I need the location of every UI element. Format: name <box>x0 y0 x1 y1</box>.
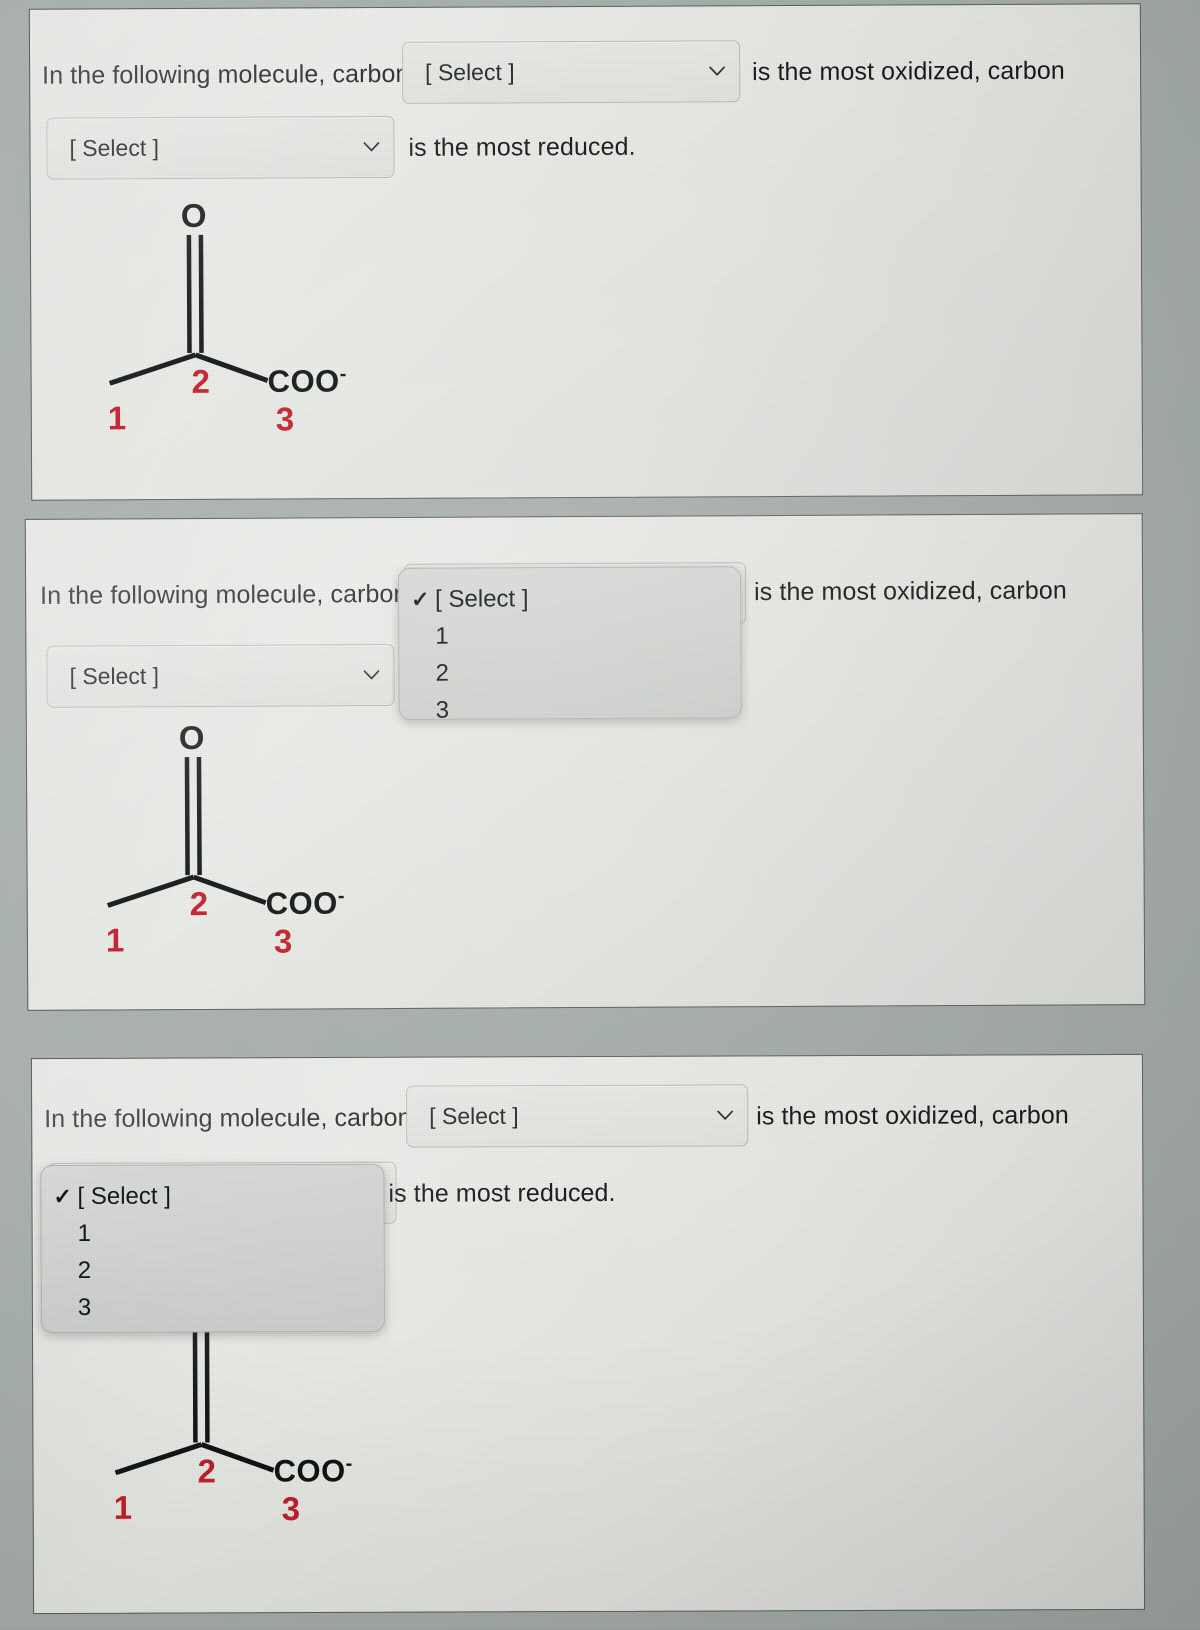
carboxylate-charge: - <box>337 885 346 908</box>
dropdown-menu-most-oxidized-p2[interactable]: ✓ [ Select ] 1 2 3 <box>397 566 742 720</box>
question-panel-2: In the following molecule, carbon [ Sele… <box>24 513 1146 1011</box>
molecule-pyruvate-p1: O COO- 1 2 3 <box>71 197 362 438</box>
select-value: [ Select ] <box>69 662 160 690</box>
select-value: [ Select ] <box>425 58 515 86</box>
carboxylate-label: COO- <box>267 363 347 399</box>
question-panel-1: In the following molecule, carbon [ Sele… <box>28 3 1144 501</box>
prompt-text-part2: is the most oxidized, carbon <box>752 56 1065 87</box>
carbon-number-3: 3 <box>281 1490 301 1528</box>
prompt-text-part2: is the most oxidized, carbon <box>756 1101 1069 1131</box>
carboxylate-charge: - <box>345 1452 353 1475</box>
carboxylate-label: COO- <box>265 885 346 922</box>
carbon-number-1: 1 <box>113 1488 133 1526</box>
dropdown-menu-most-reduced-p3[interactable]: ✓ [ Select ] 1 2 3 <box>40 1163 385 1334</box>
carbon-number-1: 1 <box>107 399 127 437</box>
select-most-oxidized-p3[interactable]: [ Select ] <box>406 1084 749 1148</box>
checkmark-icon: ✓ <box>411 586 430 612</box>
dropdown-option-label: 2 <box>77 1256 92 1284</box>
prompt-text-part1: In the following molecule, carbon <box>42 59 410 90</box>
photographed-screen: In the following molecule, carbon [ Sele… <box>0 0 1200 1630</box>
prompt-text-part1: In the following molecule, carbon <box>40 579 408 610</box>
select-most-oxidized-p1[interactable]: [ Select ] <box>401 40 741 104</box>
carbon-number-3: 3 <box>273 922 293 960</box>
dropdown-option-3[interactable]: 3 <box>42 1288 384 1326</box>
dropdown-option-select[interactable]: ✓ [ Select ] <box>41 1177 383 1215</box>
select-most-reduced-p1[interactable]: [ Select ] <box>46 115 395 180</box>
molecule-skeleton <box>108 234 269 386</box>
dropdown-option-1[interactable]: 1 <box>42 1214 384 1252</box>
prompt-text-part1: In the following molecule, carbon <box>44 1103 412 1134</box>
carbon-number-2: 2 <box>197 1452 216 1490</box>
carboxylate-label: COO- <box>273 1452 353 1489</box>
dropdown-option-label: 1 <box>77 1219 92 1247</box>
dropdown-option-label: 3 <box>77 1293 92 1321</box>
dropdown-option-3[interactable]: 3 <box>400 690 741 720</box>
carboxylate-charge: - <box>339 363 347 386</box>
chevron-down-icon <box>715 1105 735 1125</box>
carboxylate-text: COO <box>265 885 338 922</box>
prompt-text-part3: is the most reduced. <box>388 1178 616 1208</box>
oxygen-label: O <box>180 196 207 234</box>
select-value: [ Select ] <box>69 134 160 162</box>
checkmark-icon: ✓ <box>53 1183 72 1209</box>
select-most-reduced-p2[interactable]: [ Select ] <box>46 643 395 708</box>
select-value: [ Select ] <box>429 1102 519 1130</box>
chevron-down-icon <box>361 665 381 685</box>
dropdown-option-label: [ Select ] <box>435 584 529 613</box>
prompt-text-part2: is the most oxidized, carbon <box>754 576 1067 607</box>
molecule-skeleton <box>106 757 267 908</box>
dropdown-option-label: 2 <box>435 659 449 687</box>
carbon-number-1: 1 <box>105 921 125 959</box>
carboxylate-text: COO <box>267 363 340 399</box>
dropdown-option-label: 3 <box>435 696 450 720</box>
molecule-pyruvate-p2: O COO- 1 2 3 <box>69 719 360 960</box>
oxygen-label: O <box>178 718 205 757</box>
question-panel-3: In the following molecule, carbon [ Sele… <box>30 1053 1146 1615</box>
carboxylate-text: COO <box>273 1453 346 1489</box>
prompt-text-part3: is the most reduced. <box>408 132 636 162</box>
dropdown-option-1[interactable]: 1 <box>399 616 740 655</box>
dropdown-option-2[interactable]: 2 <box>42 1251 384 1289</box>
dropdown-option-label: 1 <box>435 622 449 650</box>
chevron-down-icon <box>361 137 381 157</box>
dropdown-option-select[interactable]: ✓ [ Select ] <box>399 579 740 618</box>
chevron-down-icon <box>707 61 727 81</box>
dropdown-option-label: [ Select ] <box>77 1182 171 1210</box>
carbon-number-2: 2 <box>191 362 211 400</box>
carbon-number-3: 3 <box>275 400 295 438</box>
dropdown-option-2[interactable]: 2 <box>399 653 740 692</box>
carbon-number-2: 2 <box>189 884 209 923</box>
